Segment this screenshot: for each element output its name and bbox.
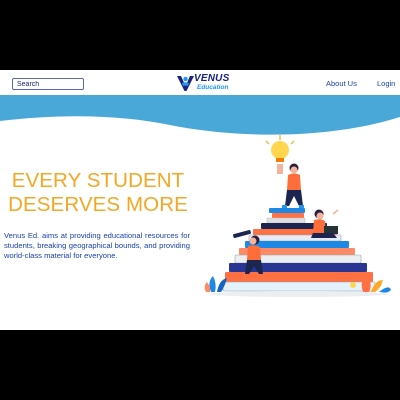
hero-description: Venus Ed. aims at providing educational …: [4, 231, 190, 260]
students-on-books-illustration: [204, 135, 391, 297]
nav-about-us-link[interactable]: About Us: [326, 79, 357, 88]
hero-headline-line-1: EVERY STUDENT: [11, 169, 185, 192]
logo-mark-icon: [177, 76, 194, 91]
hero-headline: EVERY STUDENT DESERVES MORE: [0, 169, 196, 217]
laptop-icon: [311, 209, 339, 238]
lightbulb-icon: [265, 135, 295, 162]
page-viewport: VENUS Education About Us Login EVERY STU…: [0, 70, 400, 330]
standing-student-figure: [277, 163, 304, 208]
logo-wordmark: VENUS: [194, 73, 230, 84]
hero-headline-line-2: DESERVES MORE: [8, 193, 188, 216]
nav-login-link[interactable]: Login: [377, 79, 395, 88]
header-wave-banner: [0, 95, 400, 135]
logo-tagline: Education: [197, 84, 229, 91]
search-input[interactable]: [12, 78, 84, 90]
venus-education-logo[interactable]: VENUS Education: [176, 74, 234, 93]
books-stack-icon: [222, 208, 376, 292]
top-navbar: VENUS Education About Us Login: [0, 70, 400, 97]
